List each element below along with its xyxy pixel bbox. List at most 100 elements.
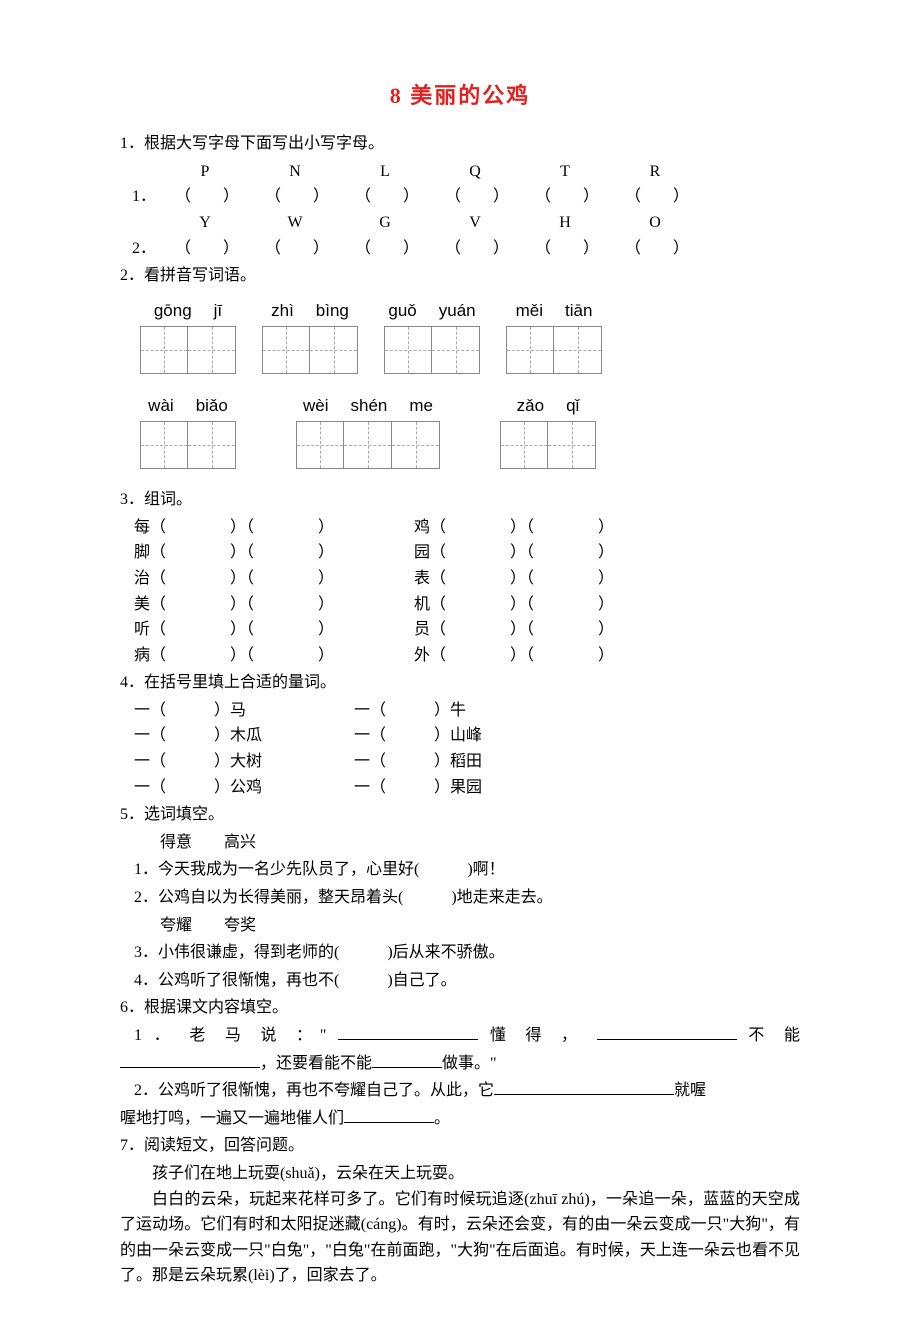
blank[interactable]: （ ） (342, 184, 432, 210)
letter: V (430, 210, 520, 236)
pinyin: shén (351, 392, 388, 419)
pinyin: biǎo (196, 392, 228, 419)
char-box[interactable] (310, 326, 358, 374)
letter: L (340, 159, 430, 185)
text: 。 (434, 1110, 450, 1127)
text: 喔地打鸣，一遍又一遍地催人们 (120, 1110, 344, 1127)
char-box[interactable] (188, 326, 236, 374)
text: 做事。" (442, 1055, 497, 1072)
letter: G (340, 210, 430, 236)
pinyin-word: guǒ yuán (384, 297, 480, 374)
q1-row1-letters: P N L Q T R (120, 159, 800, 185)
zuci-char: 每 (134, 519, 150, 536)
row-label: 2． (132, 236, 162, 262)
char-box[interactable] (344, 421, 392, 469)
pinyin: me (409, 392, 433, 419)
blank-line[interactable] (344, 1108, 434, 1123)
letter: Y (160, 210, 250, 236)
blank-line[interactable] (372, 1053, 442, 1068)
q6-line3: 2．公鸡听了很惭愧，再也不夸耀自己了。从此，它 就喔 (120, 1078, 800, 1104)
blank-line[interactable] (494, 1080, 674, 1095)
liang-item: 一（ ）牛 (354, 698, 574, 724)
letter: R (610, 159, 700, 185)
liang-item: 一（ ）马 (134, 698, 354, 724)
blank[interactable]: （ ） (162, 184, 252, 210)
pinyin: qǐ (566, 392, 579, 419)
blank[interactable]: （ ） (612, 184, 702, 210)
blank-line[interactable] (338, 1025, 478, 1040)
q5-s3: 3．小伟很谦虚，得到老师的( )后从来不骄傲。 (120, 940, 800, 966)
zuci-row: 治（ ）（ ） 表（ ）（ ） (120, 566, 800, 592)
text: 就喔 (674, 1082, 706, 1099)
char-box[interactable] (432, 326, 480, 374)
blank[interactable]: （ ） (252, 236, 342, 262)
liang-row: 一（ ）大树 一（ ）稻田 (120, 749, 800, 775)
char-box[interactable] (506, 326, 554, 374)
letter: O (610, 210, 700, 236)
zuci-row: 美（ ）（ ） 机（ ）（ ） (120, 592, 800, 618)
zuci-char: 鸡 (414, 519, 430, 536)
pinyin: wài (148, 392, 174, 419)
pinyin-word: gōng jī (140, 297, 236, 374)
q2-prompt: 2．看拼音写词语。 (120, 263, 800, 289)
char-box[interactable] (188, 421, 236, 469)
q5-pair1: 得意 高兴 (120, 830, 800, 856)
pinyin: bìng (316, 297, 349, 324)
text: 不 能 (737, 1027, 800, 1044)
char-box[interactable] (500, 421, 548, 469)
blank-line[interactable] (120, 1053, 260, 1068)
liang-item: 一（ ）大树 (134, 749, 354, 775)
pinyin-word: měi tiān (506, 297, 602, 374)
pinyin: měi (516, 297, 543, 324)
pinyin: tiān (565, 297, 592, 324)
char-box[interactable] (262, 326, 310, 374)
blank[interactable]: （ ） (162, 236, 252, 262)
liang-row: 一（ ）公鸡 一（ ）果园 (120, 775, 800, 801)
q5-pair2: 夸耀 夸奖 (120, 913, 800, 939)
q2-row1: gōng jī zhì bìng guǒ yuán (140, 297, 800, 374)
liang-item: 一（ ）山峰 (354, 723, 574, 749)
liang-item: 一（ ）稻田 (354, 749, 574, 775)
char-box[interactable] (140, 421, 188, 469)
zuci-char: 园 (414, 544, 430, 561)
zuci-char: 表 (414, 570, 430, 587)
q6-line4: 喔地打鸣，一遍又一遍地催人们 。 (120, 1106, 800, 1132)
blank-line[interactable] (597, 1025, 737, 1040)
q3-prompt: 3．组词。 (120, 487, 800, 513)
blank[interactable]: （ ） (612, 236, 702, 262)
blank[interactable]: （ ） (432, 236, 522, 262)
blank[interactable]: （ ） (522, 236, 612, 262)
char-box[interactable] (548, 421, 596, 469)
zuci-row: 病（ ）（ ） 外（ ）（ ） (120, 643, 800, 669)
zuci-char: 美 (134, 596, 150, 613)
blank[interactable]: （ ） (522, 184, 612, 210)
blank[interactable]: （ ） (252, 184, 342, 210)
char-box[interactable] (392, 421, 440, 469)
page: 8 美丽的公鸡 1．根据大写字母下面写出小写字母。 P N L Q T R 1．… (0, 0, 920, 1329)
pinyin: gōng (154, 297, 192, 324)
liang-row: 一（ ）木瓜 一（ ）山峰 (120, 723, 800, 749)
pinyin-word: zǎo qǐ (500, 392, 596, 469)
pinyin: jī (214, 297, 223, 324)
pinyin-word: zhì bìng (262, 297, 358, 374)
row-label: 1． (132, 184, 162, 210)
q1-prompt: 1．根据大写字母下面写出小写字母。 (120, 131, 800, 157)
blank[interactable]: （ ） (342, 236, 432, 262)
blank[interactable]: （ ） (432, 184, 522, 210)
liang-item: 一（ ）果园 (354, 775, 574, 801)
char-box[interactable] (384, 326, 432, 374)
q4-body: 一（ ）马 一（ ）牛 一（ ）木瓜 一（ ）山峰 一（ ）大树 一（ ）稻田 … (120, 698, 800, 800)
q5-s2: 2．公鸡自以为长得美丽，整天昂着头( )地走来走去。 (120, 885, 800, 911)
char-box[interactable] (554, 326, 602, 374)
q7-prompt: 7．阅读短文，回答问题。 (120, 1133, 800, 1159)
text: 2．公鸡听了很惭愧，再也不夸耀自己了。从此，它 (134, 1082, 494, 1099)
letter: Q (430, 159, 520, 185)
zuci-row: 听（ ）（ ） 员（ ）（ ） (120, 617, 800, 643)
liang-item: 一（ ）木瓜 (134, 723, 354, 749)
letter: P (160, 159, 250, 185)
char-box[interactable] (296, 421, 344, 469)
pinyin: yuán (439, 297, 476, 324)
q6-prompt: 6．根据课文内容填空。 (120, 995, 800, 1021)
page-title: 8 美丽的公鸡 (120, 78, 800, 113)
char-box[interactable] (140, 326, 188, 374)
